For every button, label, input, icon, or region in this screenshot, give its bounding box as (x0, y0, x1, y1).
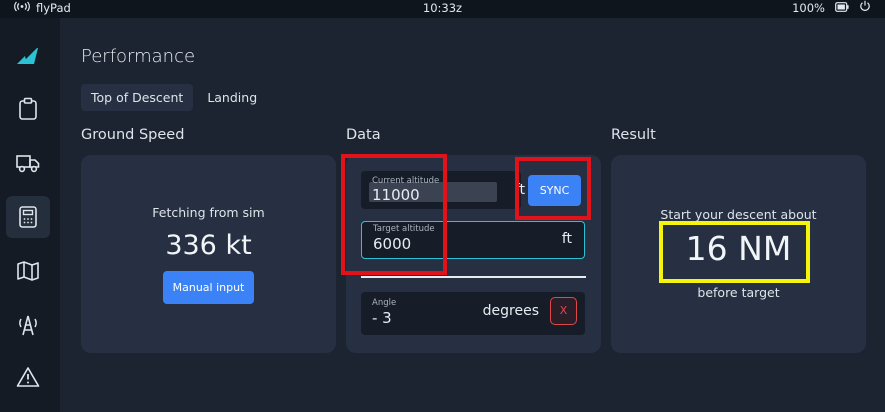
page-title: Performance (81, 46, 196, 67)
tab-bar: Top of Descent Landing (81, 84, 267, 111)
manual-input-button[interactable]: Manual input (163, 271, 254, 304)
main-content: Performance Top of Descent Landing Groun… (60, 18, 885, 412)
map-icon[interactable] (6, 250, 50, 292)
tab-top-of-descent[interactable]: Top of Descent (81, 84, 194, 111)
calculator-icon[interactable] (6, 196, 50, 238)
flybywire-logo-icon[interactable] (6, 35, 50, 77)
target-altitude-unit: ft (561, 231, 572, 247)
battery-icon (835, 1, 849, 15)
result-outro: before target (697, 285, 780, 300)
status-right: 100% (792, 0, 871, 15)
highlight-result-box (659, 221, 810, 283)
angle-label: Angle (372, 298, 397, 308)
ground-speed-title: Ground Speed (81, 127, 185, 143)
sidebar (0, 18, 60, 412)
result-title: Result (611, 127, 656, 143)
angle-field[interactable]: Angle - 3 degrees X (361, 292, 585, 335)
clear-angle-button[interactable]: X (550, 297, 577, 325)
angle-value[interactable]: - 3 (372, 309, 392, 327)
clock: 10:33z (422, 1, 463, 15)
ground-speed-card: Fetching from sim 336 kt Manual input (81, 155, 336, 353)
highlight-altitude-box (341, 154, 447, 275)
clipboard-icon[interactable] (6, 88, 50, 130)
truck-icon[interactable] (6, 142, 50, 184)
warning-icon[interactable] (6, 356, 50, 398)
divider (361, 276, 586, 278)
highlight-sync-box (515, 157, 591, 220)
tower-icon[interactable] (6, 304, 50, 346)
tab-landing[interactable]: Landing (197, 84, 267, 111)
angle-unit: degrees (482, 303, 539, 319)
status-bar: flyPad 10:33z 100% (0, 0, 885, 18)
ground-speed-value: 336 kt (165, 230, 252, 261)
result-intro: Start your descent about (660, 207, 817, 222)
data-title: Data (346, 127, 381, 143)
ground-speed-status: Fetching from sim (152, 205, 265, 220)
power-icon[interactable] (859, 0, 871, 15)
battery-level: 100% (792, 0, 825, 15)
